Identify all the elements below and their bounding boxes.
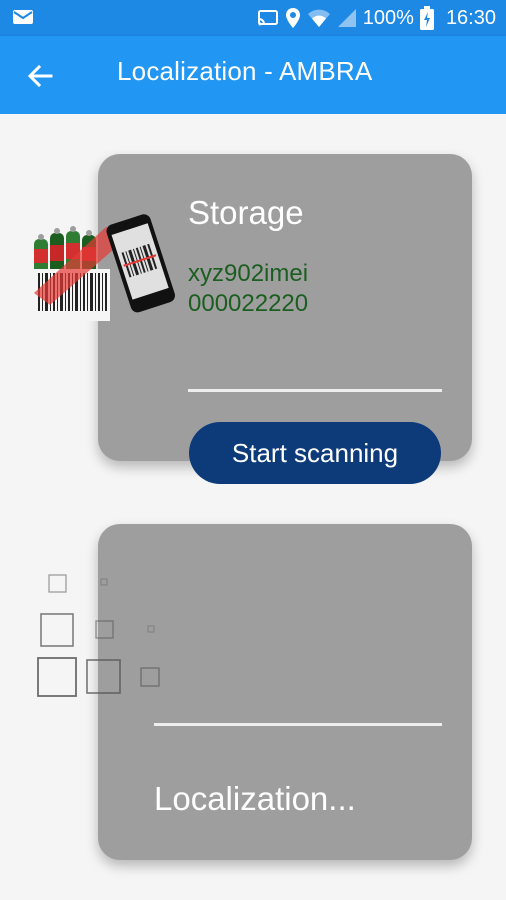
signal-icon bbox=[337, 8, 357, 28]
divider bbox=[188, 389, 442, 392]
main-content: Storage xyz902imei 000022220 Start scann… bbox=[0, 114, 506, 900]
arrow-left-icon[interactable] bbox=[24, 60, 56, 92]
mail-icon bbox=[12, 8, 34, 26]
start-scanning-button[interactable]: Start scanning bbox=[189, 422, 441, 484]
loading-squares-animation bbox=[34, 570, 174, 700]
cast-icon bbox=[257, 9, 279, 27]
divider bbox=[154, 723, 442, 726]
storage-device-id: xyz902imei bbox=[188, 260, 309, 287]
localization-status-text: Localization... bbox=[154, 780, 356, 817]
storage-code: 000022220 bbox=[188, 290, 309, 317]
battery-charging-icon bbox=[419, 6, 434, 30]
location-icon bbox=[285, 7, 301, 29]
storage-title: Storage bbox=[188, 194, 304, 231]
wifi-icon bbox=[307, 8, 331, 28]
battery-percentage: 100% bbox=[362, 6, 414, 29]
barcode-scanning-illustration bbox=[30, 209, 180, 334]
clock: 16:30 bbox=[445, 6, 496, 29]
status-bar: 100% 16:30 bbox=[0, 0, 506, 36]
app-bar: Localization - AMBRA bbox=[0, 36, 506, 114]
page-title: Localization - AMBRA bbox=[117, 56, 373, 86]
